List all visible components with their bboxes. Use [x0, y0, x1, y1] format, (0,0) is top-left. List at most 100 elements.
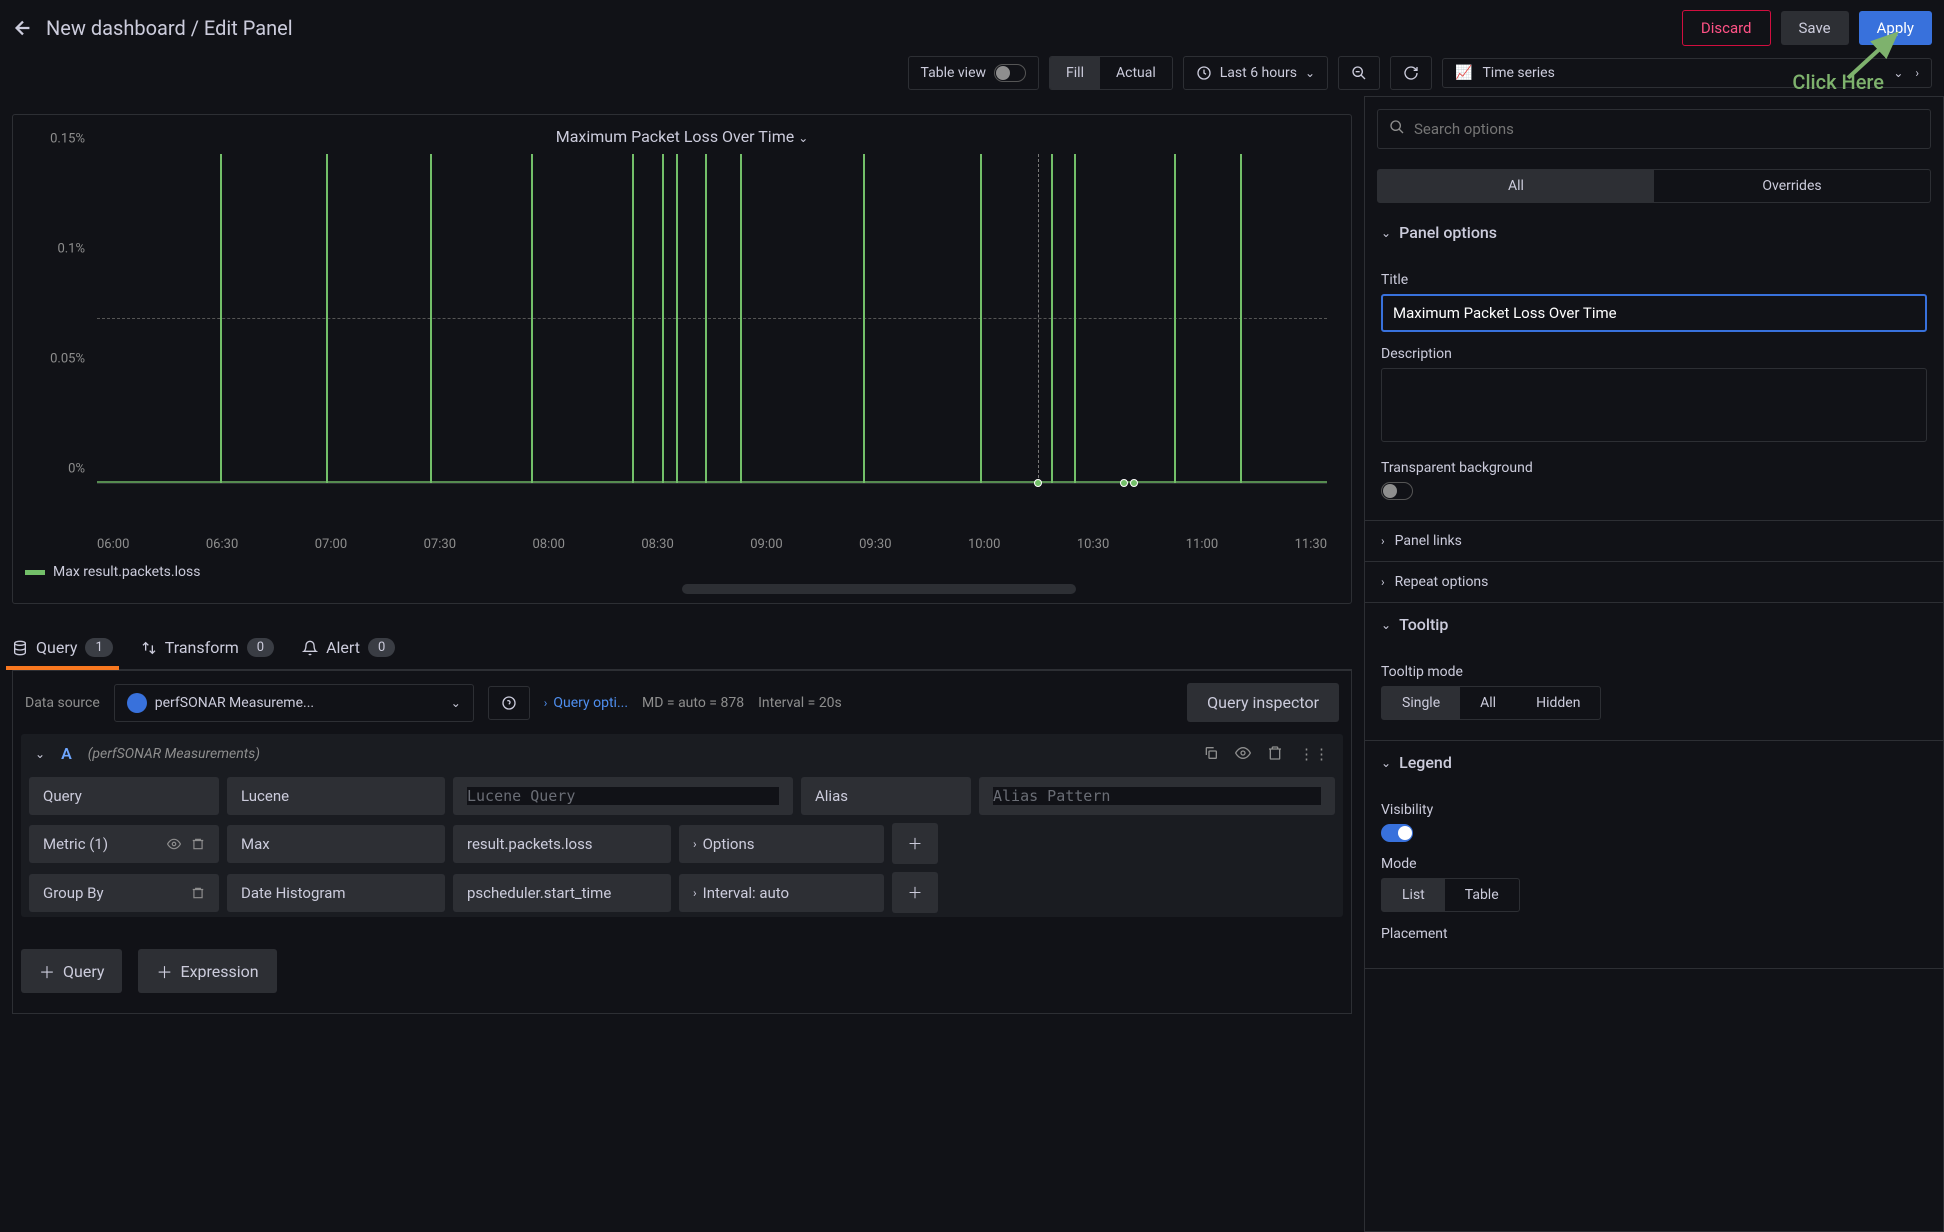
search-options-input[interactable] [1377, 109, 1931, 149]
groupby-function-select[interactable]: Date Histogram [227, 874, 445, 912]
tooltip-mode-single[interactable]: Single [1382, 687, 1460, 719]
duplicate-query-icon[interactable] [1203, 745, 1219, 763]
trash-icon[interactable] [191, 886, 205, 900]
viz-type-label: Time series [1482, 65, 1554, 81]
time-range-picker[interactable]: Last 6 hours ⌄ [1183, 56, 1328, 90]
chart-legend[interactable]: Max result.packets.loss [25, 564, 1339, 580]
datasource-label: Data source [25, 695, 100, 711]
alert-count-badge: 0 [368, 638, 395, 657]
panel-title-input[interactable] [1381, 294, 1927, 332]
toggle-visibility-icon[interactable] [1235, 745, 1251, 763]
legend-mode-table[interactable]: Table [1445, 879, 1519, 911]
chevron-down-icon: ⌄ [1893, 66, 1903, 80]
query-inspector-button[interactable]: Query inspector [1187, 683, 1339, 722]
lucene-query-input[interactable] [467, 787, 779, 805]
metric-function-select[interactable]: Max [227, 825, 445, 863]
eye-icon[interactable] [167, 837, 181, 851]
tooltip-mode-hidden[interactable]: Hidden [1516, 687, 1600, 719]
md-stat: MD = auto = 878 [642, 695, 744, 711]
breadcrumb: New dashboard / Edit Panel [46, 16, 1682, 40]
chevron-down-icon: ⌄ [451, 696, 461, 710]
legend-visibility-switch[interactable] [1381, 824, 1413, 842]
metric-label: Metric (1) [43, 835, 108, 853]
query-options-toggle[interactable]: › Query opti... [544, 695, 628, 711]
fill-actual-toggle: Fill Actual [1049, 56, 1173, 90]
transform-icon [141, 640, 157, 656]
legend-mode-label: Mode [1381, 856, 1927, 872]
query-count-badge: 1 [85, 638, 112, 657]
discard-button[interactable]: Discard [1682, 10, 1771, 46]
interval-stat: Interval = 20s [758, 695, 842, 711]
transparent-label: Transparent background [1381, 460, 1927, 476]
clock-icon [1196, 65, 1212, 81]
section-repeat-options[interactable]: ›Repeat options [1365, 561, 1943, 602]
metric-field-select[interactable]: result.packets.loss [453, 825, 671, 863]
transparent-switch[interactable] [1381, 482, 1413, 500]
timeseries-icon: 📈 [1455, 65, 1472, 81]
collapse-query-icon[interactable]: ⌄ [35, 747, 45, 761]
time-range-label: Last 6 hours [1220, 65, 1297, 81]
tooltip-mode-label: Tooltip mode [1381, 664, 1927, 680]
placement-label: Placement [1381, 926, 1927, 942]
groupby-field-select[interactable]: pscheduler.start_time [453, 874, 671, 912]
add-expression-button[interactable]: ＋Expression [138, 949, 276, 993]
options-tab-overrides[interactable]: Overrides [1654, 170, 1930, 202]
legend-mode-list[interactable]: List [1382, 879, 1445, 911]
horizontal-scrollbar[interactable] [682, 584, 1076, 594]
alias-input[interactable] [993, 787, 1321, 805]
add-query-button[interactable]: ＋Query [21, 949, 122, 993]
section-panel-options[interactable]: ⌄Panel options [1365, 211, 1943, 254]
drag-handle-icon[interactable]: ⋮⋮ [1299, 745, 1329, 763]
section-panel-links[interactable]: ›Panel links [1365, 520, 1943, 561]
datasource-help-button[interactable] [488, 686, 530, 720]
save-button[interactable]: Save [1781, 11, 1849, 45]
visibility-label: Visibility [1381, 802, 1927, 818]
chevron-down-icon: ⌄ [1305, 66, 1315, 80]
options-tab-all[interactable]: All [1378, 170, 1654, 202]
title-field-label: Title [1381, 272, 1927, 288]
legend-label: Max result.packets.loss [53, 564, 200, 580]
zoom-out-button[interactable] [1338, 56, 1380, 90]
refresh-button[interactable] [1390, 56, 1432, 90]
transform-count-badge: 0 [247, 638, 274, 657]
tab-query[interactable]: Query 1 [12, 626, 113, 669]
table-view-label: Table view [921, 65, 987, 81]
add-metric-button[interactable]: ＋ [892, 823, 938, 864]
chart-area[interactable]: 0%0.05%0.1%0.15% 06:0006:3007:0007:3008:… [37, 154, 1327, 524]
actual-button[interactable]: Actual [1100, 57, 1172, 89]
chevron-down-icon: ⌄ [798, 131, 808, 145]
database-icon [12, 640, 28, 656]
section-legend[interactable]: ⌄Legend [1365, 741, 1943, 784]
panel-title[interactable]: Maximum Packet Loss Over Time ⌄ [25, 127, 1339, 146]
panel-description-input[interactable] [1381, 368, 1927, 442]
trash-icon[interactable] [191, 837, 205, 851]
tooltip-mode-all[interactable]: All [1460, 687, 1516, 719]
apply-button[interactable]: Apply [1859, 11, 1932, 45]
table-view-toggle[interactable]: Table view [908, 56, 1040, 90]
visualization-picker[interactable]: 📈 Time series ⌄ › [1442, 58, 1932, 88]
back-arrow-icon[interactable] [12, 17, 34, 39]
alias-label: Alias [801, 777, 971, 815]
tab-alert[interactable]: Alert 0 [302, 626, 395, 669]
table-view-switch[interactable] [994, 64, 1026, 82]
add-groupby-button[interactable]: ＋ [892, 872, 938, 913]
datasource-select[interactable]: perfSONAR Measureme... ⌄ [114, 684, 474, 722]
fill-button[interactable]: Fill [1050, 57, 1100, 89]
query-label: Query [29, 777, 219, 815]
metric-options-toggle[interactable]: ›Options [679, 825, 884, 863]
datasource-icon [127, 693, 147, 713]
tab-transform[interactable]: Transform 0 [141, 626, 274, 669]
groupby-label: Group By [43, 884, 104, 902]
interval-option-toggle[interactable]: ›Interval: auto [679, 874, 884, 912]
query-type-select[interactable]: Lucene [227, 777, 445, 815]
description-field-label: Description [1381, 346, 1927, 362]
search-icon [1389, 119, 1405, 135]
chevron-right-icon: › [544, 696, 548, 710]
chevron-right-icon: › [1915, 66, 1919, 80]
query-ref-letter[interactable]: A [61, 744, 72, 763]
bell-icon [302, 640, 318, 656]
section-tooltip[interactable]: ⌄Tooltip [1365, 603, 1943, 646]
legend-swatch [25, 570, 45, 575]
query-ds-hint: (perfSONAR Measurements) [88, 746, 260, 762]
delete-query-icon[interactable] [1267, 745, 1283, 763]
